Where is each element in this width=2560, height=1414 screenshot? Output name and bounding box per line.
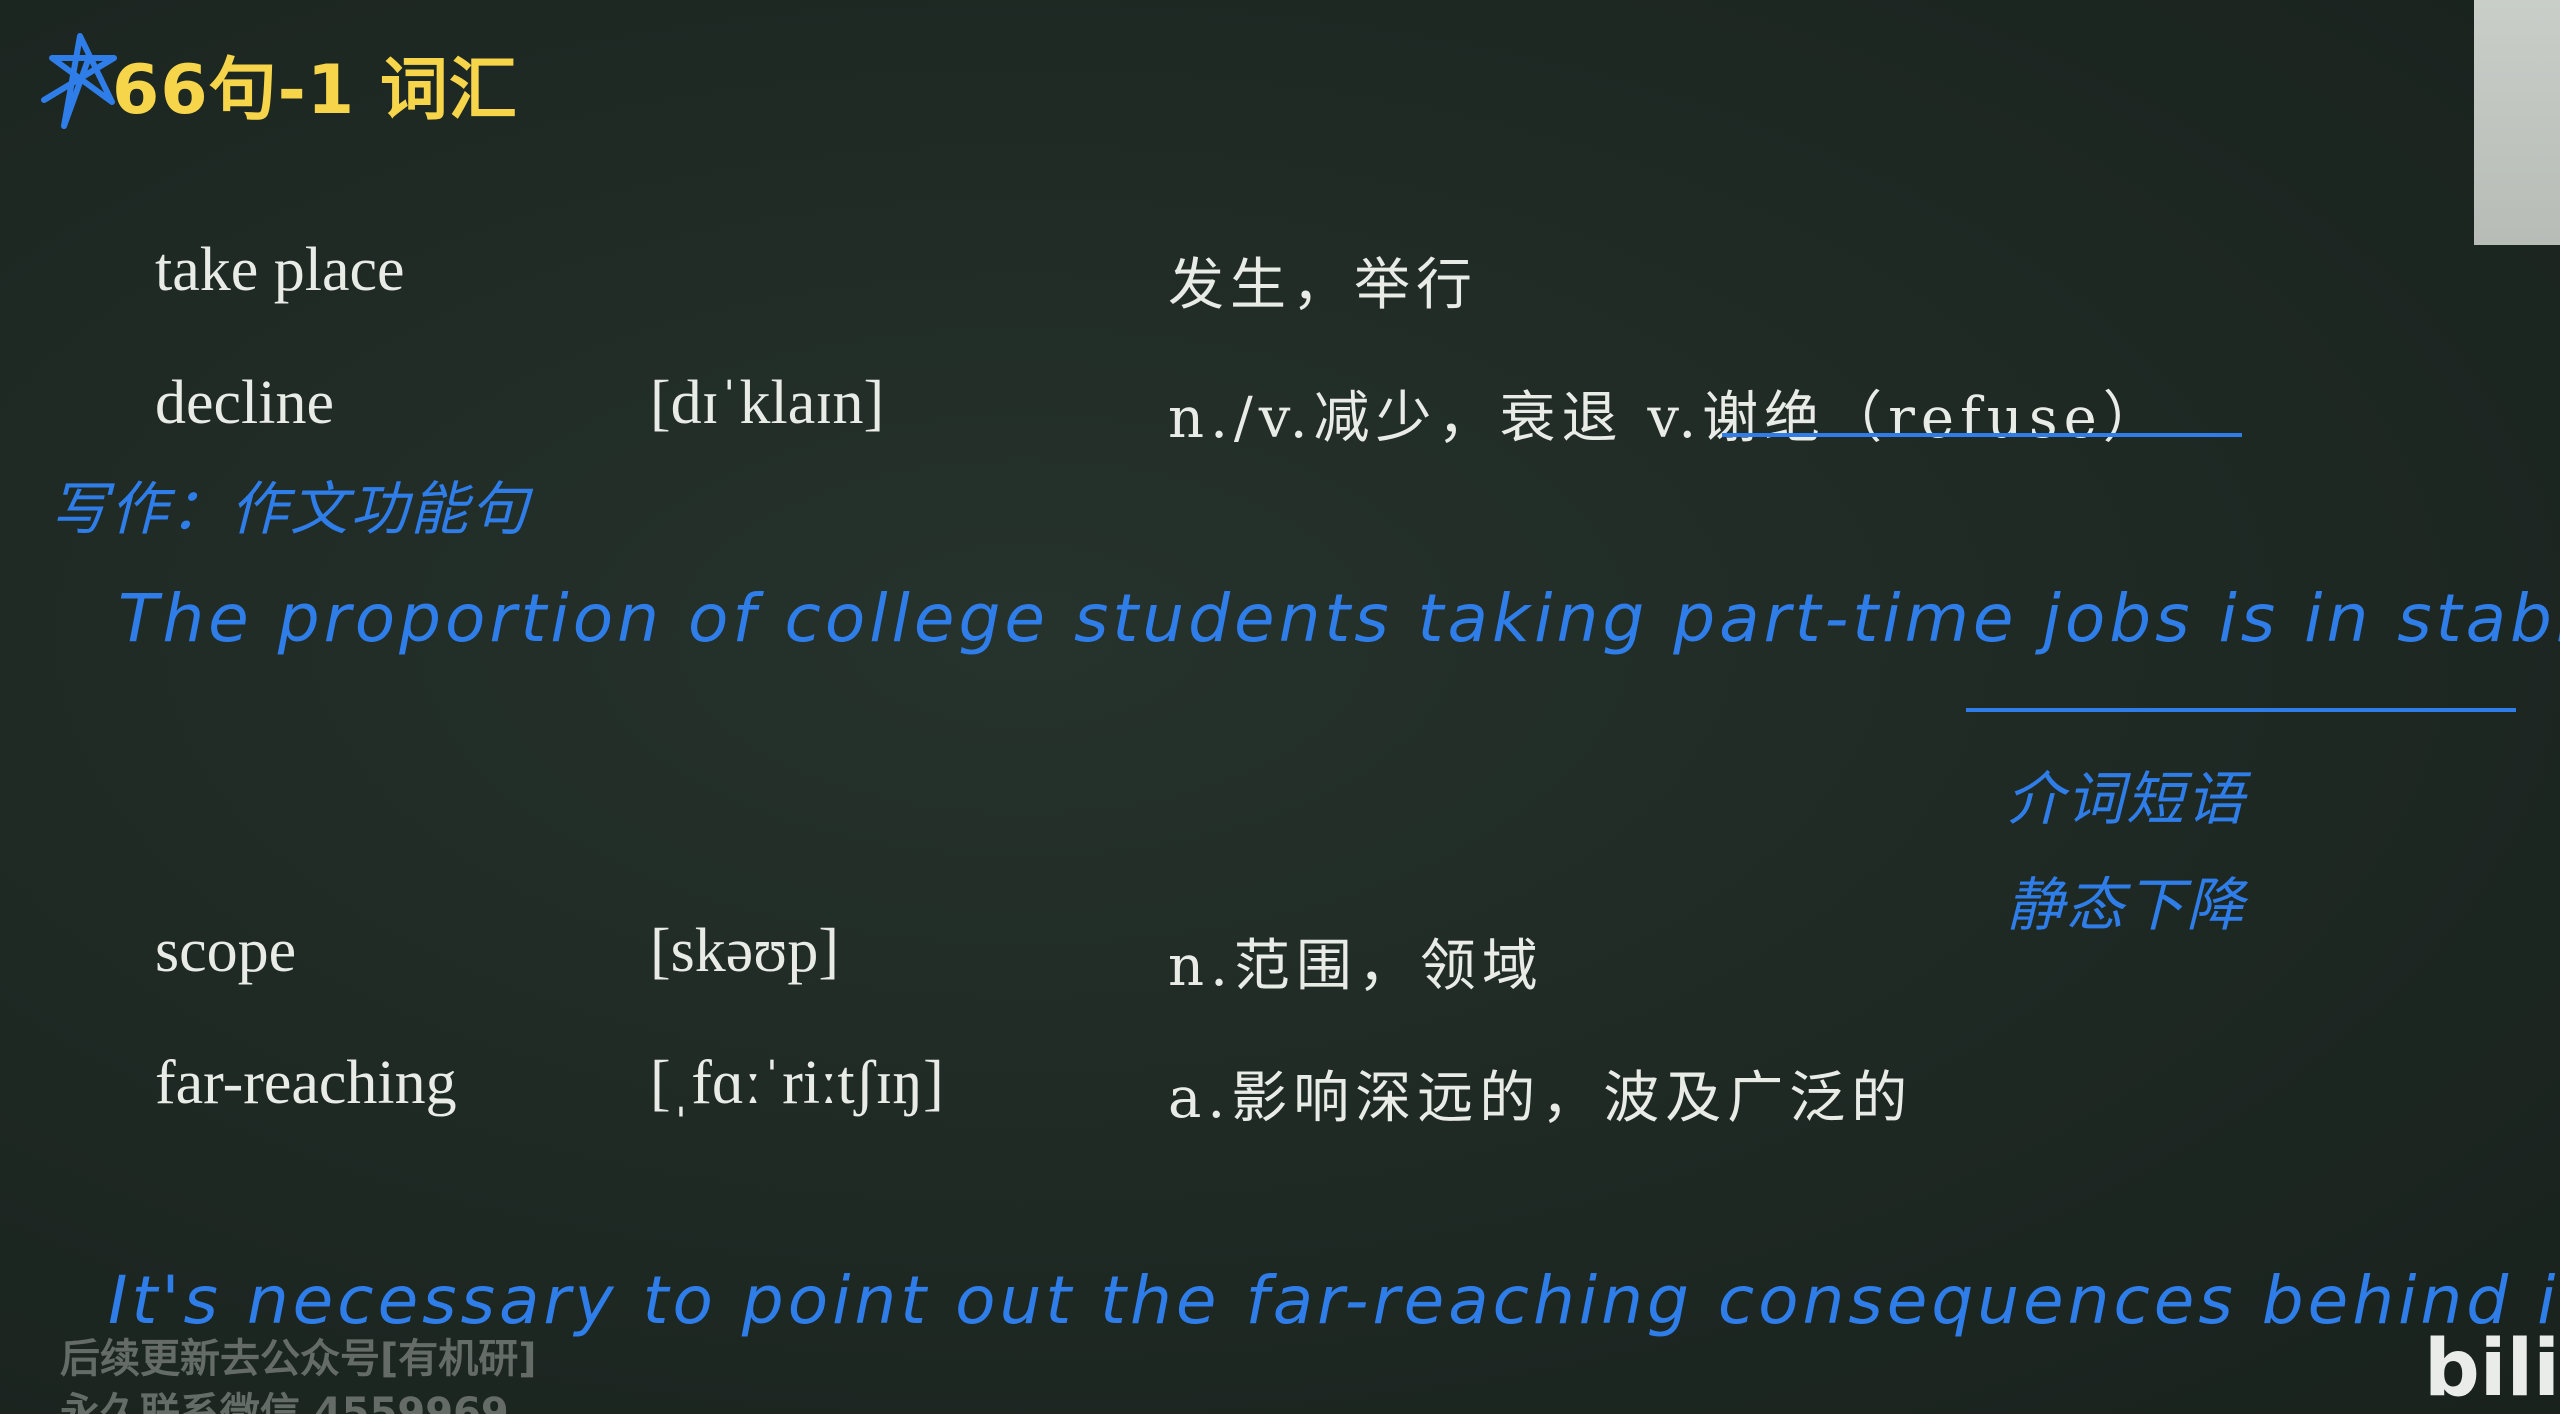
note-writing-label: 写作：作文功能句 — [50, 475, 531, 543]
webcam-overlay — [2474, 0, 2560, 245]
note-phrase-type: 介词短语 — [2006, 765, 2247, 833]
note-static-decline: 静态下降 — [2006, 871, 2247, 939]
vocab-word-take-place: take place — [155, 236, 405, 304]
slide-title: 66句-1 词汇 — [112, 51, 518, 130]
vocab-extra-refuse: v.谢绝（refuse） — [1647, 386, 2165, 451]
underline-refuse — [1722, 433, 2242, 437]
bilibili-logo: bili — [2423, 1324, 2560, 1414]
note-example-1: The proportion of college students takin… — [118, 580, 2560, 657]
vocab-phonetic-scope: [skəʊp] — [650, 917, 839, 985]
underline-stable-decline — [1966, 708, 2516, 712]
vocab-meaning-scope: n.范围，领域 — [1168, 934, 1544, 999]
vocab-meaning-decline-text: n./v.减少，衰退 — [1168, 386, 1624, 451]
watermark-line-1: 后续更新去公众号[有机研] — [60, 1336, 537, 1382]
vocab-phonetic-decline: [dɪˈklaɪn] — [650, 369, 885, 437]
vocab-word-decline: decline — [155, 369, 335, 437]
vocab-word-far-reaching: far-reaching — [155, 1049, 457, 1117]
vocab-meaning-take-place: 发生，举行 — [1168, 253, 1478, 318]
lecture-slide: 66句-1 词汇 take place 发生，举行 decline [dɪˈkl… — [0, 0, 2560, 1414]
vocab-meaning-decline: n./v.减少，衰退 v.谢绝（refuse） — [1168, 373, 2165, 454]
vocab-meaning-far-reaching: a.影响深远的，波及广泛的 — [1168, 1066, 1914, 1131]
watermark-line-2: 永久联系微信 4559969 — [60, 1390, 509, 1414]
vocab-word-scope: scope — [155, 917, 297, 985]
vocab-phonetic-far-reaching: [ˌfɑːˈriːtʃɪŋ] — [650, 1049, 944, 1117]
